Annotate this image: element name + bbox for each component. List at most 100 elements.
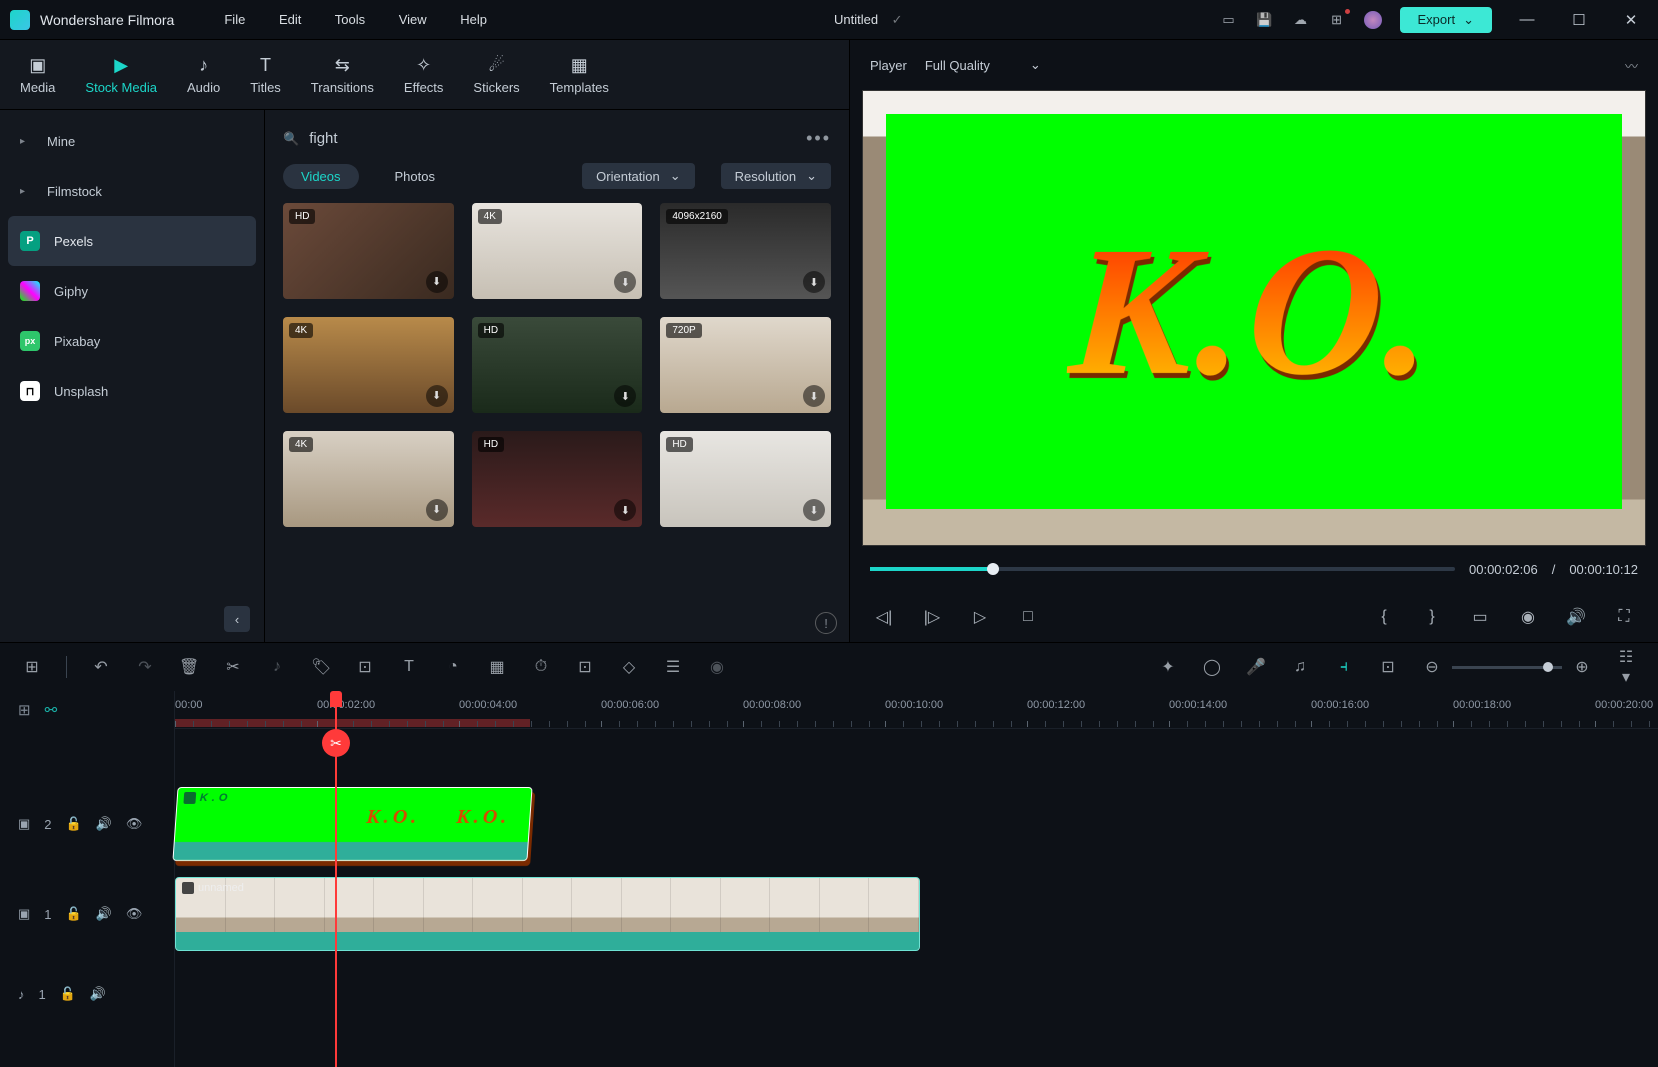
source-giphy[interactable]: Giphy <box>0 266 264 316</box>
tab-stickers[interactable]: ☄Stickers <box>473 54 519 95</box>
zoom-slider[interactable] <box>1452 666 1562 669</box>
menu-edit[interactable]: Edit <box>279 12 301 27</box>
media-thumb[interactable]: HD⬇ <box>472 431 643 527</box>
download-icon[interactable]: ⬇ <box>426 271 448 293</box>
undo-button[interactable]: ↶ <box>91 657 111 677</box>
link-icon[interactable]: ⊡ <box>1378 657 1398 677</box>
filter-videos[interactable]: Videos <box>283 164 359 189</box>
track-header-a1[interactable]: ♪1 🔓 🔊 <box>0 959 174 1029</box>
display-button[interactable]: ▭ <box>1470 607 1490 627</box>
tab-templates[interactable]: ▦Templates <box>550 54 609 95</box>
avatar-icon[interactable] <box>1364 11 1382 29</box>
clip-ko[interactable]: K.O K.O. K.O. <box>172 787 532 861</box>
source-mine[interactable]: ▸Mine <box>0 116 264 166</box>
tab-titles[interactable]: TTitles <box>250 54 281 95</box>
keyframe-icon[interactable]: ◇ <box>619 657 639 677</box>
media-thumb[interactable]: 720P⬇ <box>660 317 831 413</box>
render-icon[interactable]: ✦ <box>1158 657 1178 677</box>
delete-button[interactable]: 🗑 <box>179 657 199 677</box>
mute-icon[interactable]: 🔊 <box>96 816 112 832</box>
lock-icon[interactable]: 🔓 <box>60 986 76 1002</box>
marker-icon[interactable]: ◯ <box>1202 657 1222 677</box>
maximize-button[interactable]: ☐ <box>1562 11 1596 29</box>
redo-button[interactable]: ↷ <box>135 657 155 677</box>
source-filmstock[interactable]: ▸Filmstock <box>0 166 264 216</box>
play-button[interactable]: ▷ <box>970 607 990 627</box>
zoom-out-button[interactable]: ⊖ <box>1422 657 1442 677</box>
minimize-button[interactable]: — <box>1510 11 1544 28</box>
magnetic-icon[interactable]: ⫞ <box>1334 658 1354 676</box>
download-icon[interactable]: ⬇ <box>803 385 825 407</box>
download-icon[interactable]: ⬇ <box>614 499 636 521</box>
arrange-icon[interactable]: ⊞ <box>22 657 42 677</box>
filter-photos[interactable]: Photos <box>377 164 453 189</box>
view-options-icon[interactable]: ☷ ▾ <box>1616 647 1636 687</box>
tab-effects[interactable]: ✧Effects <box>404 54 444 95</box>
record-icon[interactable]: ◉ <box>707 657 727 677</box>
timer-icon[interactable]: ⏱ <box>531 658 551 676</box>
clip-unnamed[interactable]: unnamed <box>175 877 920 951</box>
info-button[interactable]: ! <box>815 612 837 634</box>
collapse-sidebar-button[interactable]: ‹ <box>224 606 250 632</box>
tab-stock-media[interactable]: ▶Stock Media <box>85 54 157 95</box>
text-icon[interactable]: T <box>399 658 419 676</box>
orientation-select[interactable]: Orientation⌄ <box>582 163 695 189</box>
media-thumb[interactable]: 4K⬇ <box>283 317 454 413</box>
media-thumb[interactable]: HD⬇ <box>660 431 831 527</box>
tab-media[interactable]: ▣Media <box>20 54 55 95</box>
media-thumb[interactable]: HD⬇ <box>472 317 643 413</box>
preview-viewport[interactable]: K.O. <box>862 90 1646 546</box>
display-icon[interactable]: ▭ <box>1220 11 1238 29</box>
export-button[interactable]: Export ⌄ <box>1400 7 1492 33</box>
tab-transitions[interactable]: ⇆Transitions <box>311 54 374 95</box>
playhead[interactable]: ✂ <box>335 691 337 1067</box>
eye-icon[interactable]: 👁 <box>126 906 143 922</box>
seek-slider[interactable] <box>870 567 1455 571</box>
track-header-v2[interactable]: ▣2 🔓 🔊 👁 <box>0 779 174 869</box>
download-icon[interactable]: ⬇ <box>803 271 825 293</box>
mark-in-button[interactable]: { <box>1374 608 1394 626</box>
eye-icon[interactable]: 👁 <box>126 816 143 832</box>
mute-icon[interactable]: 🔊 <box>96 906 112 922</box>
more-options-button[interactable]: ••• <box>806 128 831 149</box>
crop-icon[interactable]: ⊡ <box>355 657 375 677</box>
source-unsplash[interactable]: ⊓Unsplash <box>0 366 264 416</box>
download-icon[interactable]: ⬇ <box>803 499 825 521</box>
close-button[interactable]: ✕ <box>1614 11 1648 29</box>
download-icon[interactable]: ⬇ <box>426 385 448 407</box>
split-button[interactable]: ✂ <box>223 657 243 677</box>
timeline-ruler[interactable]: 00:0000:00:02:0000:00:04:0000:00:06:0000… <box>175 691 1658 729</box>
menu-view[interactable]: View <box>399 12 427 27</box>
stop-button[interactable]: □ <box>1018 608 1038 626</box>
cloud-icon[interactable]: ☁ <box>1292 11 1310 29</box>
music-beat-icon[interactable]: ♪ <box>267 658 287 676</box>
menu-file[interactable]: File <box>224 12 245 27</box>
media-thumb[interactable]: 4K⬇ <box>472 203 643 299</box>
scope-icon[interactable]: 〰 <box>1625 56 1638 75</box>
mark-out-button[interactable]: } <box>1422 608 1442 626</box>
apps-icon[interactable]: ⊞ <box>1328 11 1346 29</box>
download-icon[interactable]: ⬇ <box>426 499 448 521</box>
media-thumb[interactable]: HD⬇ <box>283 203 454 299</box>
speed-icon[interactable]: ◔ <box>443 658 463 676</box>
volume-button[interactable]: 🔊 <box>1566 607 1586 627</box>
lock-icon[interactable]: 🔓 <box>66 906 82 922</box>
next-frame-button[interactable]: |▷ <box>922 607 942 627</box>
source-pexels[interactable]: PPexels <box>8 216 256 266</box>
scissors-icon[interactable]: ✂ <box>322 729 350 757</box>
link-toggle-icon[interactable]: ⚯ <box>45 701 58 719</box>
resolution-select[interactable]: Resolution⌄ <box>721 163 831 189</box>
detect-icon[interactable]: ⊡ <box>575 657 595 677</box>
menu-tools[interactable]: Tools <box>335 12 365 27</box>
adjust-icon[interactable]: ☰ <box>663 657 683 677</box>
source-pixabay[interactable]: pxPixabay <box>0 316 264 366</box>
color-icon[interactable]: ▦ <box>487 657 507 677</box>
lock-icon[interactable]: 🔓 <box>66 816 82 832</box>
snapshot-button[interactable]: ◉ <box>1518 607 1538 627</box>
save-icon[interactable]: 💾 <box>1256 11 1274 29</box>
download-icon[interactable]: ⬇ <box>614 271 636 293</box>
add-track-icon[interactable]: ⊞ <box>18 701 31 719</box>
download-icon[interactable]: ⬇ <box>614 385 636 407</box>
quality-select[interactable]: Full Quality⌄ <box>925 57 1041 73</box>
mute-icon[interactable]: 🔊 <box>90 986 106 1002</box>
